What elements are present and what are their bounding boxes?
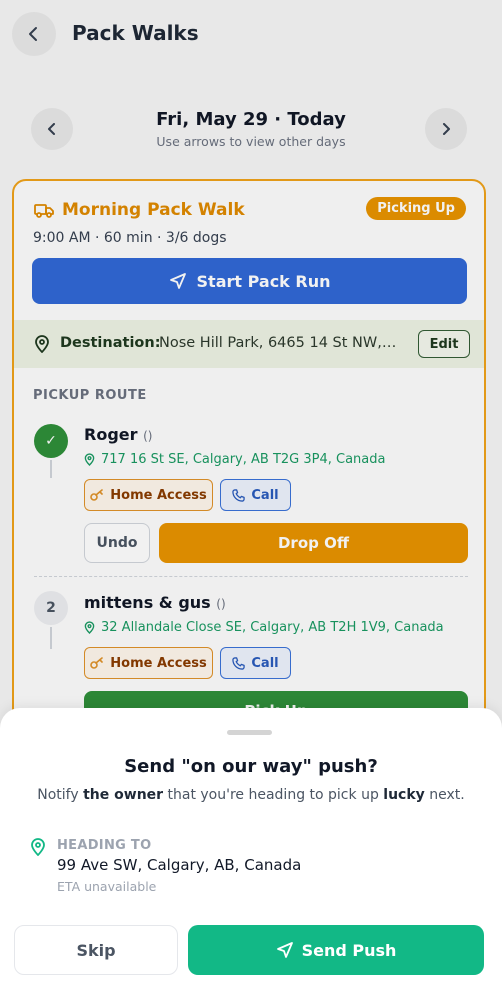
sheet-subtitle: Notify the owner that you're heading to … <box>0 787 502 803</box>
stop-name: mittens & gus () <box>84 593 226 612</box>
van-icon <box>34 204 54 218</box>
step-number: 2 <box>34 591 68 625</box>
destination-label: Destination: <box>60 335 161 351</box>
subtitle-text: next. <box>424 787 465 803</box>
subtitle-text: Notify <box>37 787 84 803</box>
subtitle-dog-name: lucky <box>383 787 425 803</box>
map-pin-icon <box>84 453 95 466</box>
call-button[interactable]: Call <box>220 479 291 511</box>
key-icon <box>90 657 104 669</box>
send-icon <box>276 942 293 958</box>
map-pin-icon <box>31 838 45 856</box>
top-bar: Pack Walks <box>0 0 502 70</box>
phone-icon <box>232 656 246 670</box>
home-access-button[interactable]: Home Access <box>84 479 213 511</box>
home-access-label: Home Access <box>110 487 207 503</box>
undo-button[interactable]: Undo <box>84 523 150 563</box>
stop-address[interactable]: 717 16 St SE, Calgary, AB T2G 3P4, Canad… <box>84 452 385 467</box>
status-badge: Picking Up <box>366 197 466 220</box>
stop-name-text: Roger <box>84 425 138 444</box>
heading-to-label: HEADING TO <box>57 838 152 853</box>
stop-address-text: 717 16 St SE, Calgary, AB T2G 3P4, Canad… <box>101 452 386 467</box>
stop-divider <box>34 576 468 577</box>
chevron-right-icon <box>443 123 450 135</box>
push-bottom-sheet: Send "on our way" push? Notify the owner… <box>0 708 502 997</box>
walk-title-text: Morning Pack Walk <box>62 200 245 220</box>
next-day-button[interactable] <box>425 108 467 150</box>
start-pack-run-label: Start Pack Run <box>196 271 331 291</box>
phone-icon <box>232 488 246 502</box>
destination-value: Nose Hill Park, 6465 14 St NW, C... <box>159 335 399 351</box>
send-push-label: Send Push <box>301 940 397 960</box>
sheet-title: Send "on our way" push? <box>124 756 378 777</box>
heading-to-address: 99 Ave SW, Calgary, AB, Canada <box>57 856 302 874</box>
send-push-button[interactable]: Send Push <box>188 925 484 975</box>
destination-row: Destination: Nose Hill Park, 6465 14 St … <box>14 320 484 368</box>
start-pack-run-button[interactable]: Start Pack Run <box>32 258 467 304</box>
page-title: Pack Walks <box>72 21 199 45</box>
stop-name-suffix: () <box>143 429 153 443</box>
skip-button[interactable]: Skip <box>14 925 178 975</box>
chevron-left-icon <box>29 27 37 41</box>
subtitle-owner: the owner <box>83 787 164 803</box>
call-button[interactable]: Call <box>220 647 291 679</box>
stop-name: Roger () <box>84 425 152 444</box>
route-line <box>50 627 52 649</box>
pickup-route-heading: PICKUP ROUTE <box>33 388 147 403</box>
step-done-icon: ✓ <box>34 424 68 458</box>
stop-address-text: 32 Allandale Close SE, Calgary, AB T2H 1… <box>101 620 444 635</box>
date-navigator: Fri, May 29 · Today Use arrows to view o… <box>0 104 502 154</box>
home-access-button[interactable]: Home Access <box>84 647 213 679</box>
key-icon <box>90 489 104 501</box>
eta-text: ETA unavailable <box>57 879 157 894</box>
walk-title: Morning Pack Walk <box>34 200 245 220</box>
map-pin-icon <box>84 621 95 634</box>
sheet-drag-handle[interactable] <box>227 730 272 735</box>
app-screen: Pack Walks Fri, May 29 · Today Use arrow… <box>0 0 502 997</box>
route-line <box>50 460 52 478</box>
back-button[interactable] <box>12 12 56 56</box>
stop-name-text: mittens & gus <box>84 593 211 612</box>
stop-name-suffix: () <box>216 597 226 611</box>
edit-destination-button[interactable]: Edit <box>418 330 470 358</box>
subtitle-text: that you're heading to pick up <box>163 787 384 803</box>
call-label: Call <box>251 655 279 671</box>
walk-card: Morning Pack Walk Picking Up 9:00 AM · 6… <box>12 179 486 739</box>
home-access-label: Home Access <box>110 655 207 671</box>
walk-meta: 9:00 AM · 60 min · 3/6 dogs <box>33 230 227 246</box>
map-pin-icon <box>35 335 49 353</box>
drop-off-button[interactable]: Drop Off <box>159 523 468 563</box>
stop-address[interactable]: 32 Allandale Close SE, Calgary, AB T2H 1… <box>84 620 444 635</box>
send-icon <box>169 273 186 289</box>
call-label: Call <box>251 487 279 503</box>
